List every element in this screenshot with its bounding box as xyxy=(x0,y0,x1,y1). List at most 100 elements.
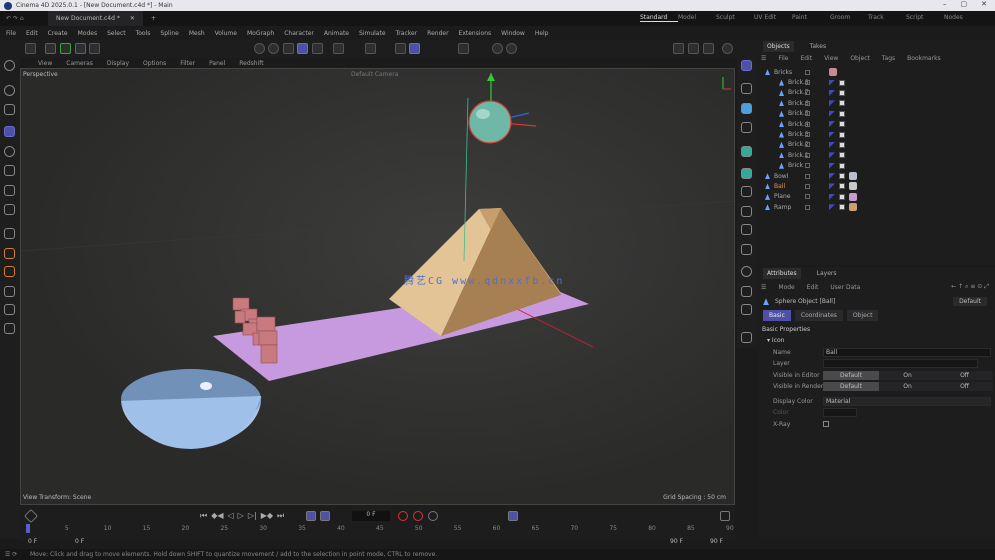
menu-mograph[interactable]: MoGraph xyxy=(247,30,274,37)
layout-tab-nodes[interactable]: Nodes xyxy=(944,14,982,22)
maximize-button[interactable]: ▢ xyxy=(961,0,968,8)
object-row[interactable]: Plane xyxy=(757,192,995,202)
menu-edit[interactable]: Edit xyxy=(807,284,819,291)
menu-create[interactable]: Create xyxy=(48,30,68,37)
key-mode-icon[interactable] xyxy=(320,511,330,521)
layout-tab-groom[interactable]: Groom xyxy=(830,14,868,22)
autokey-icon[interactable] xyxy=(413,511,423,521)
phong-tag-icon[interactable] xyxy=(829,79,835,86)
texture-mode-icon[interactable] xyxy=(312,43,323,54)
object-row[interactable]: Brick.6 xyxy=(757,98,995,108)
mograph-icon[interactable] xyxy=(741,168,752,179)
menu-mode[interactable]: Mode xyxy=(778,284,794,291)
visibility-toggle[interactable] xyxy=(805,163,810,169)
objects-menu-view[interactable]: View xyxy=(824,55,838,62)
brush-tool-icon[interactable] xyxy=(4,286,15,297)
field-icon[interactable] xyxy=(741,206,752,217)
render-queue-icon[interactable] xyxy=(703,43,714,54)
phong-tag-icon[interactable] xyxy=(829,89,835,96)
objects-menu-object[interactable]: Object xyxy=(850,55,870,62)
prev-frame-icon[interactable]: ◁ xyxy=(228,511,234,521)
camera-icon[interactable] xyxy=(741,286,752,297)
menu-help[interactable]: Help xyxy=(535,30,549,37)
graph-editor-icon[interactable] xyxy=(720,511,730,521)
primitive-icon[interactable] xyxy=(741,103,752,114)
layout-tab-uv-edit[interactable]: UV Edit xyxy=(754,14,792,22)
model-mode-icon[interactable] xyxy=(25,43,36,54)
color-swatch[interactable] xyxy=(823,408,857,418)
keyframe-icon[interactable] xyxy=(23,508,39,524)
uv-tag-icon[interactable] xyxy=(839,79,845,86)
menu-edit[interactable]: Edit xyxy=(26,30,38,37)
go-to-start-icon[interactable]: ⏮ xyxy=(200,511,207,521)
subtab-basic[interactable]: Basic xyxy=(763,309,791,321)
object-row[interactable]: Brick.4 xyxy=(757,119,995,129)
close-tab-icon[interactable]: ✕ xyxy=(130,15,135,22)
material-tag-icon[interactable] xyxy=(829,68,837,77)
visibility-toggle[interactable] xyxy=(805,69,810,75)
phong-tag-icon[interactable] xyxy=(829,193,835,200)
y-axis-lock-icon[interactable] xyxy=(60,43,71,54)
visibility-toggle[interactable] xyxy=(805,142,810,148)
picture-viewer-icon[interactable] xyxy=(722,43,733,54)
minimize-button[interactable]: – xyxy=(943,0,947,8)
xray-checkbox[interactable] xyxy=(823,421,829,428)
axis-mode-icon[interactable] xyxy=(333,43,344,54)
visibility-toggle[interactable] xyxy=(805,132,810,138)
tab-attributes[interactable]: Attributes xyxy=(763,267,801,279)
visibility-toggle[interactable] xyxy=(805,173,810,179)
new-tab-icon[interactable]: + xyxy=(151,15,156,22)
autokey-mode-icon[interactable] xyxy=(306,511,316,521)
material-tag-icon[interactable] xyxy=(849,172,857,181)
material-tag-icon[interactable] xyxy=(849,192,857,201)
visibility-toggle[interactable] xyxy=(805,204,810,210)
coordinate-system-icon[interactable] xyxy=(89,43,100,54)
nav-icons[interactable]: ← ↑ ⌕ ≡ ⊙ ⤢ xyxy=(951,283,989,291)
material-icon[interactable] xyxy=(741,266,752,277)
phong-tag-icon[interactable] xyxy=(829,183,835,190)
play-tool-icon[interactable] xyxy=(4,85,15,96)
redshift-icon[interactable] xyxy=(506,43,517,54)
visible-editor-default[interactable]: Default xyxy=(823,370,879,380)
uv-tag-icon[interactable] xyxy=(839,204,845,211)
bowl-object[interactable] xyxy=(121,369,262,449)
timeline-toggle-icon[interactable] xyxy=(508,511,518,521)
viewport-menu-display[interactable]: Display xyxy=(107,60,129,67)
objects-menu-bookmarks[interactable]: Bookmarks xyxy=(907,55,941,62)
paint-tool-icon[interactable] xyxy=(4,304,15,315)
scene-icon[interactable] xyxy=(741,224,752,235)
tab-objects[interactable]: Objects xyxy=(763,40,794,52)
text-icon[interactable] xyxy=(741,122,752,133)
menu-file[interactable]: File xyxy=(6,30,16,37)
keyframe-selection-icon[interactable] xyxy=(428,511,438,521)
render-settings-icon[interactable] xyxy=(492,43,503,54)
ball-object[interactable] xyxy=(468,100,512,144)
menu-tools[interactable]: Tools xyxy=(136,30,151,37)
phong-tag-icon[interactable] xyxy=(829,110,835,117)
viewport-menu-options[interactable]: Options xyxy=(143,60,166,67)
layout-tab-model[interactable]: Model xyxy=(678,14,716,22)
objects-menu-file[interactable]: File xyxy=(778,55,788,62)
object-row[interactable]: Brick.2 xyxy=(757,140,995,150)
hair-icon[interactable] xyxy=(741,244,752,255)
playhead[interactable] xyxy=(26,524,30,533)
scene-canvas[interactable]: 腾艺CG www.qdnxxfb.cn xyxy=(21,69,736,506)
menu-spline[interactable]: Spline xyxy=(160,30,178,37)
object-row[interactable]: Brick.8 xyxy=(757,77,995,87)
tab-layers[interactable]: Layers xyxy=(817,270,837,277)
uv-tag-icon[interactable] xyxy=(839,89,845,96)
rotate-tool-icon[interactable] xyxy=(4,146,15,157)
group-icon-toggle[interactable]: ▾ Icon xyxy=(757,335,995,347)
uv-tag-icon[interactable] xyxy=(839,173,845,180)
viewport-menu-filter[interactable]: Filter xyxy=(180,60,195,67)
layout-tab-standard[interactable]: Standard xyxy=(640,14,678,22)
render-active-icon[interactable] xyxy=(688,43,699,54)
generator-icon[interactable] xyxy=(741,146,752,157)
prev-key-icon[interactable]: ◆◀ xyxy=(211,511,223,521)
uv-tag-icon[interactable] xyxy=(839,100,845,107)
menu-tracker[interactable]: Tracker xyxy=(396,30,418,37)
object-row[interactable]: Ball xyxy=(757,181,995,191)
viewport-menu-view[interactable]: View xyxy=(38,60,52,67)
object-row[interactable]: Brick.7 xyxy=(757,88,995,98)
quantize-icon[interactable] xyxy=(409,43,420,54)
